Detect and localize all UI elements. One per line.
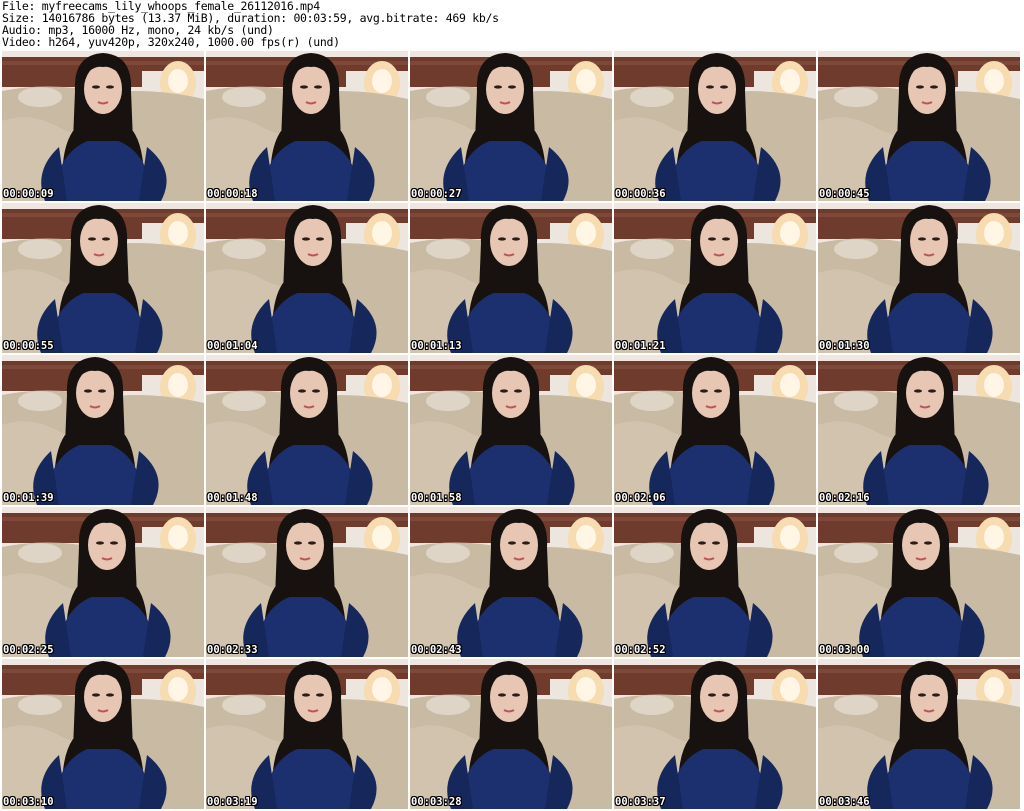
frame-image (818, 507, 1020, 657)
frame-image (614, 659, 816, 809)
frame-timestamp: 00:02:43 (411, 644, 462, 656)
video-frame-thumbnail: 00:00:45 (818, 51, 1020, 201)
frame-image (410, 659, 612, 809)
frame-image (614, 507, 816, 657)
frame-image (2, 507, 204, 657)
frame-timestamp: 00:01:58 (411, 492, 462, 504)
frame-image (614, 355, 816, 505)
video-frame-thumbnail: 00:00:55 (2, 203, 204, 353)
frame-timestamp: 00:00:36 (615, 188, 666, 200)
video-frame-thumbnail: 00:03:28 (410, 659, 612, 809)
video-frame-thumbnail: 00:03:37 (614, 659, 816, 809)
video-frame-thumbnail: 00:00:36 (614, 51, 816, 201)
frame-image (206, 507, 408, 657)
frame-image (206, 355, 408, 505)
video-frame-thumbnail: 00:01:39 (2, 355, 204, 505)
frame-image (2, 355, 204, 505)
frame-image (410, 355, 612, 505)
video-frame-thumbnail: 00:01:58 (410, 355, 612, 505)
frame-timestamp: 00:02:33 (207, 644, 258, 656)
frame-timestamp: 00:01:39 (3, 492, 54, 504)
video-info-line: Video: h264, yuv420p, 320x240, 1000.00 f… (2, 35, 340, 49)
frame-timestamp: 00:00:27 (411, 188, 462, 200)
frame-timestamp: 00:01:21 (615, 340, 666, 352)
frame-image (206, 203, 408, 353)
frame-image (2, 51, 204, 201)
frame-timestamp: 00:00:18 (207, 188, 258, 200)
frame-timestamp: 00:00:09 (3, 188, 54, 200)
video-frame-thumbnail: 00:01:48 (206, 355, 408, 505)
frame-image (2, 203, 204, 353)
video-frame-thumbnail: 00:02:25 (2, 507, 204, 657)
frame-timestamp: 00:03:28 (411, 796, 462, 808)
video-frame-thumbnail: 00:01:30 (818, 203, 1020, 353)
frame-image (818, 659, 1020, 809)
frame-image (818, 51, 1020, 201)
frame-timestamp: 00:03:10 (3, 796, 54, 808)
frame-image (818, 203, 1020, 353)
frame-image (410, 507, 612, 657)
video-frame-thumbnail: 00:01:21 (614, 203, 816, 353)
frame-image (614, 203, 816, 353)
frame-timestamp: 00:01:48 (207, 492, 258, 504)
video-frame-thumbnail: 00:03:00 (818, 507, 1020, 657)
frame-timestamp: 00:02:52 (615, 644, 666, 656)
video-frame-thumbnail: 00:02:33 (206, 507, 408, 657)
video-frame-thumbnail: 00:01:13 (410, 203, 612, 353)
frame-timestamp: 00:03:19 (207, 796, 258, 808)
video-frame-thumbnail: 00:02:52 (614, 507, 816, 657)
frame-image (818, 355, 1020, 505)
frame-timestamp: 00:03:37 (615, 796, 666, 808)
frame-timestamp: 00:01:30 (819, 340, 870, 352)
frame-image (614, 51, 816, 201)
frame-timestamp: 00:03:46 (819, 796, 870, 808)
video-frame-thumbnail: 00:03:19 (206, 659, 408, 809)
frame-timestamp: 00:01:04 (207, 340, 258, 352)
frame-image (206, 51, 408, 201)
video-frame-thumbnail: 00:00:18 (206, 51, 408, 201)
video-frame-thumbnail: 00:02:16 (818, 355, 1020, 505)
video-frame-thumbnail: 00:03:46 (818, 659, 1020, 809)
video-frame-thumbnail: 00:03:10 (2, 659, 204, 809)
frame-image (410, 51, 612, 201)
frame-image (206, 659, 408, 809)
video-frame-thumbnail: 00:01:04 (206, 203, 408, 353)
frame-timestamp: 00:02:25 (3, 644, 54, 656)
frame-timestamp: 00:02:06 (615, 492, 666, 504)
file-info-header: File: myfreecams_lily_whoops_female_2611… (2, 0, 1022, 50)
frame-timestamp: 00:02:16 (819, 492, 870, 504)
frame-timestamp: 00:00:55 (3, 340, 54, 352)
frame-image (410, 203, 612, 353)
frame-image (2, 659, 204, 809)
video-frame-thumbnail: 00:00:09 (2, 51, 204, 201)
frame-timestamp: 00:01:13 (411, 340, 462, 352)
video-frame-thumbnail: 00:02:43 (410, 507, 612, 657)
frame-timestamp: 00:03:00 (819, 644, 870, 656)
video-frame-thumbnail: 00:00:27 (410, 51, 612, 201)
video-frame-thumbnail: 00:02:06 (614, 355, 816, 505)
thumbnail-grid: 00:00:09 00:00:18 00:00:27 00:00:36 00:0… (2, 51, 1022, 811)
frame-timestamp: 00:00:45 (819, 188, 870, 200)
